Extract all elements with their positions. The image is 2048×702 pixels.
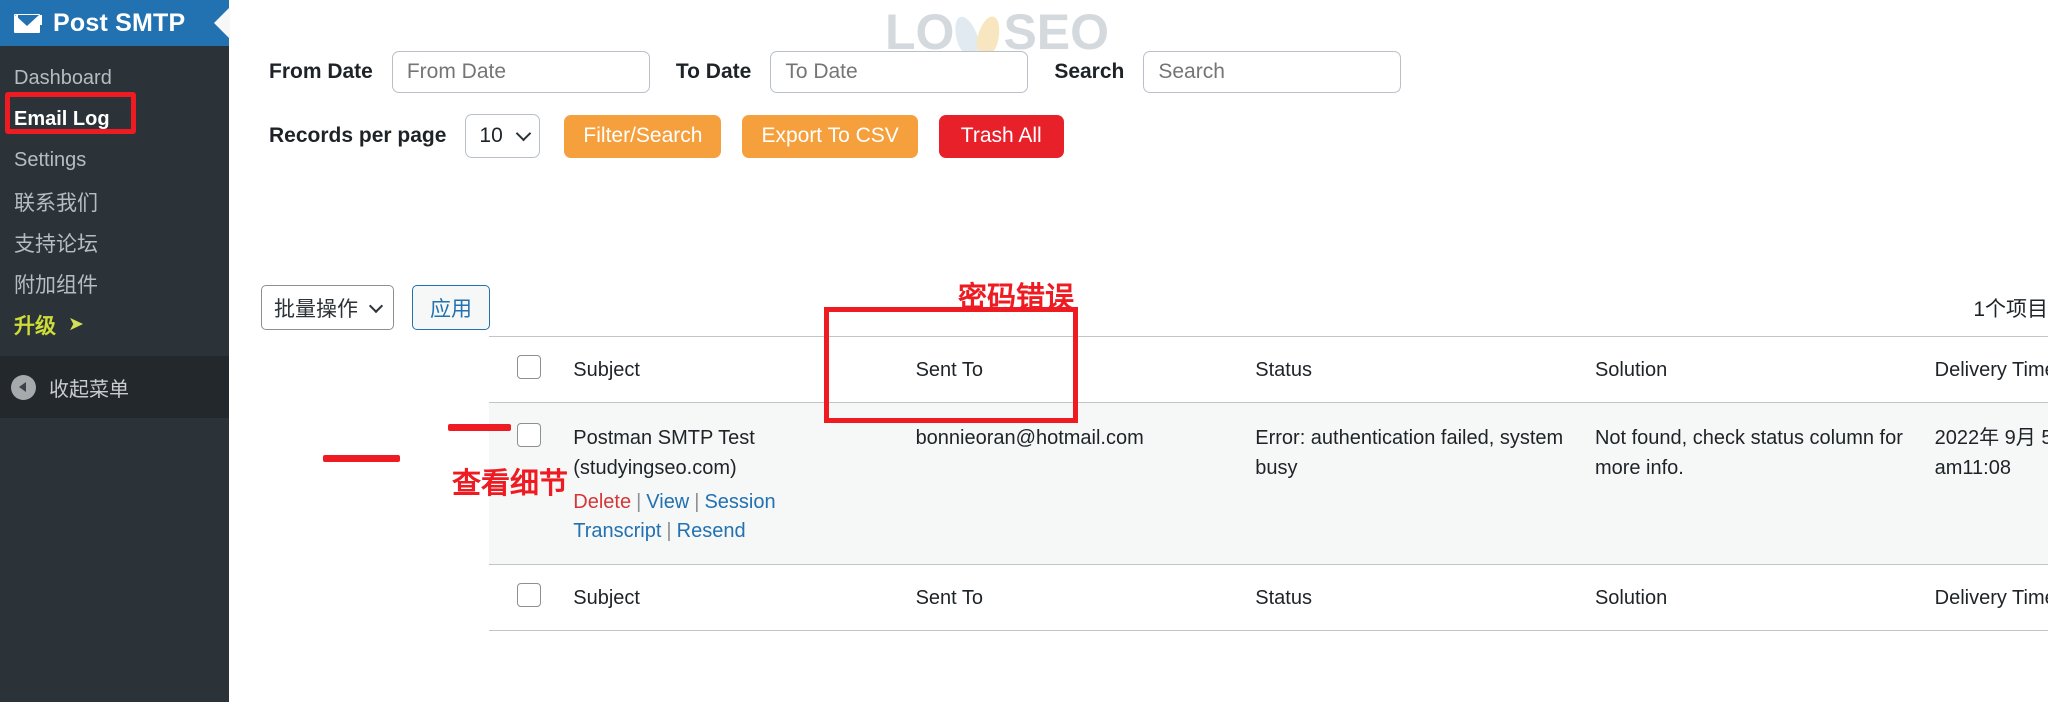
bulk-action-value: 批量操作 (274, 297, 358, 321)
items-count: 1个项目 (1973, 297, 2048, 321)
header-delivery-time[interactable]: Delivery Time (1934, 336, 2048, 403)
collapse-menu-label: 收起菜单 (49, 378, 129, 401)
row-actions: Delete | View | Session Transcript | Resend (573, 488, 915, 546)
footer-sent-to[interactable]: Sent To (915, 564, 1256, 631)
sidebar-item-label: 升级 (14, 314, 56, 338)
sidebar-item-label: Settings (14, 149, 87, 171)
apply-button[interactable]: 应用 (412, 285, 490, 330)
session-link[interactable]: Session (704, 491, 775, 513)
subject-line-2: (studyingseo.com) (573, 457, 737, 479)
view-link[interactable]: View (646, 491, 689, 513)
from-date-label: From Date (269, 60, 373, 83)
sidebar-item-label: Email Log (14, 108, 110, 130)
cell-status: Error: authentication failed, system bus… (1255, 402, 1595, 565)
cell-subject: Postman SMTP Test (studyingseo.com) Dele… (573, 402, 916, 565)
table-foot: Subject Sent To Status Solution Delivery… (489, 564, 2048, 631)
sidebar-item-settings[interactable]: Settings (0, 140, 229, 181)
sent-to-value: bonnieoran@hotmail.com (915, 427, 1144, 449)
cell-sent-to: bonnieoran@hotmail.com (915, 402, 1256, 565)
email-log-table: Subject Sent To Status Solution Delivery… (489, 336, 2048, 631)
sidebar-item-contact-us[interactable]: 联系我们 (0, 181, 229, 222)
post-smtp-email-log-screen: Post SMTP Dashboard Email Log Settings 联… (0, 0, 2048, 702)
footer-delivery-time[interactable]: Delivery Time (1934, 564, 2048, 631)
delete-link[interactable]: Delete (573, 491, 631, 513)
collapse-menu-button[interactable]: 收起菜单 (0, 356, 229, 418)
header-sent-to[interactable]: Sent To (915, 336, 1256, 403)
delivery-time-time: am11:08 (1934, 457, 2011, 479)
chevron-left-circle-icon (11, 374, 36, 400)
table-footer-row: Subject Sent To Status Solution Delivery… (489, 564, 2048, 631)
arrow-right-icon: ➤ (68, 314, 84, 335)
sidebar-filler (0, 418, 229, 702)
select-all-header (489, 336, 574, 403)
header-notch (214, 7, 230, 39)
export-to-csv-button[interactable]: Export To CSV (742, 114, 918, 158)
sidebar-item-label: 附加组件 (14, 273, 98, 297)
to-date-label: To Date (675, 60, 752, 83)
records-per-page-label: Records per page (269, 124, 447, 147)
chevron-down-icon (368, 298, 384, 314)
header-subject[interactable]: Subject (573, 336, 916, 403)
sidebar-item-label: Dashboard (14, 67, 112, 89)
sidebar-item-label: 联系我们 (14, 191, 98, 215)
footer-solution[interactable]: Solution (1594, 564, 1935, 631)
main-content: LO SEO From Date To Date Search Records … (229, 0, 2048, 702)
bulk-action-select[interactable]: 批量操作 (261, 285, 394, 330)
select-all-footer (489, 564, 574, 631)
plugin-title: Post SMTP (53, 8, 186, 37)
sidebar-item-label: 支持论坛 (14, 232, 98, 256)
row-checkbox[interactable] (517, 423, 541, 447)
row-select-cell (489, 402, 574, 565)
filter-row-actions: Records per page 10 Filter/Search Export… (229, 104, 2048, 168)
records-per-page-select[interactable]: 10 (465, 114, 541, 158)
trash-all-button[interactable]: Trash All (938, 114, 1064, 158)
footer-subject[interactable]: Subject (573, 564, 916, 631)
status-value: Error: authentication failed, system bus… (1255, 427, 1564, 479)
solution-value: Not found, check status column for more … (1594, 427, 1903, 479)
action-separator: | (666, 520, 672, 542)
filter-search-button[interactable]: Filter/Search (564, 114, 722, 158)
from-date-input[interactable] (391, 51, 650, 93)
sidebar-item-addons[interactable]: 附加组件 (0, 263, 229, 304)
cell-solution: Not found, check status column for more … (1594, 402, 1935, 565)
select-all-checkbox[interactable] (517, 355, 541, 379)
records-per-page-value: 10 (479, 124, 503, 147)
bulk-actions-row: 批量操作 应用 1个项目 (261, 285, 2048, 330)
chevron-down-icon (516, 125, 532, 142)
footer-status[interactable]: Status (1255, 564, 1595, 631)
sidebar-item-dashboard[interactable]: Dashboard (0, 58, 229, 99)
header-status[interactable]: Status (1255, 336, 1595, 403)
sidebar-item-email-log[interactable]: Email Log (0, 99, 229, 140)
sidebar-item-support-forum[interactable]: 支持论坛 (0, 222, 229, 263)
to-date-input[interactable] (770, 51, 1029, 93)
resend-link[interactable]: Resend (677, 520, 746, 542)
table-header-row: Subject Sent To Status Solution Delivery… (489, 336, 2048, 403)
envelope-icon (14, 13, 40, 33)
plugin-header: Post SMTP (0, 0, 230, 46)
action-separator: | (636, 491, 642, 513)
transcript-link[interactable]: Transcript (573, 520, 661, 542)
search-label: Search (1054, 60, 1125, 83)
table-head: Subject Sent To Status Solution Delivery… (489, 336, 2048, 403)
search-input[interactable] (1143, 51, 1402, 93)
header-solution[interactable]: Solution (1594, 336, 1935, 403)
admin-sidebar: Post SMTP Dashboard Email Log Settings 联… (0, 0, 230, 702)
table-body: Postman SMTP Test (studyingseo.com) Dele… (489, 402, 2048, 565)
subject-line-1: Postman SMTP Test (573, 427, 755, 449)
delivery-time-date: 2022年 9月 5日 (1934, 427, 2048, 449)
cell-delivery-time: 2022年 9月 5日 am11:08 (1934, 402, 2048, 565)
filter-row-dates: From Date To Date Search (229, 0, 2048, 104)
table-row: Postman SMTP Test (studyingseo.com) Dele… (489, 402, 2048, 565)
action-separator: | (694, 491, 700, 513)
sidebar-item-upgrade[interactable]: 升级 ➤ (0, 304, 229, 345)
sidebar-menu: Dashboard Email Log Settings 联系我们 支持论坛 附… (0, 46, 229, 345)
filter-toolbar: From Date To Date Search Records per pag… (229, 0, 2048, 168)
select-all-checkbox-footer[interactable] (517, 583, 541, 607)
